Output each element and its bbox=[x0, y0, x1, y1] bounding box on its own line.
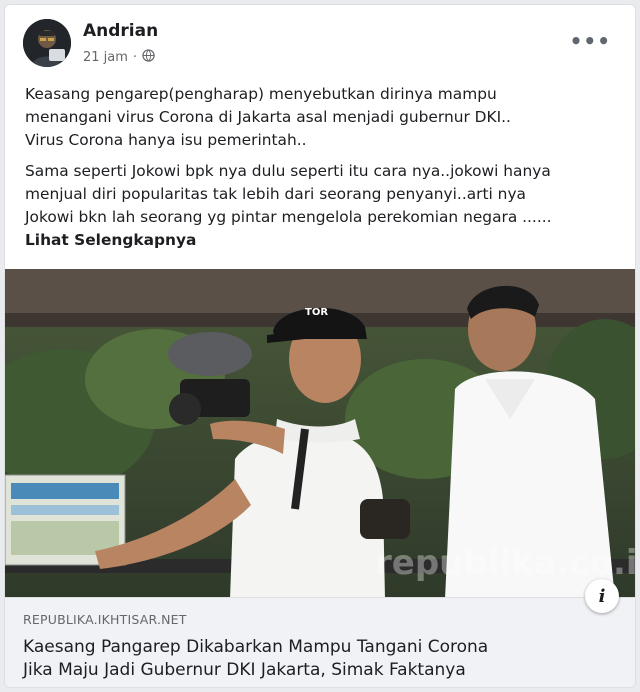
post-paragraph-2: Sama seperti Jokowi bpk nya dulu seperti… bbox=[25, 160, 621, 252]
avatar-image bbox=[23, 19, 71, 67]
post-card: Andrian 21 jam · ••• Keasang pengarep(pe… bbox=[4, 4, 636, 688]
see-more-link[interactable]: Lihat Selengkapnya bbox=[25, 229, 621, 252]
info-icon[interactable]: i bbox=[585, 579, 619, 613]
post-photo[interactable]: TOR republika.co.id bbox=[5, 269, 636, 597]
author-name[interactable]: Andrian bbox=[83, 21, 158, 41]
link-domain: REPUBLIKA.IKHTISAR.NET bbox=[23, 612, 187, 627]
post-paragraph-1: Keasang pengarep(pengharap) menyebutkan … bbox=[25, 85, 511, 149]
more-options-icon[interactable]: ••• bbox=[570, 29, 611, 53]
post-header: Andrian 21 jam · ••• bbox=[5, 5, 635, 75]
post-time[interactable]: 21 jam bbox=[83, 50, 128, 65]
post-meta: 21 jam · bbox=[83, 49, 155, 66]
watermark: republika.co.id bbox=[375, 543, 636, 583]
globe-icon[interactable] bbox=[142, 49, 155, 66]
photo-image: TOR republika.co.id bbox=[5, 269, 636, 597]
link-title[interactable]: Kaesang Pangarep Dikabarkan Mampu Tangan… bbox=[23, 636, 623, 682]
cap-text: TOR bbox=[305, 307, 328, 318]
post-text: Keasang pengarep(pengharap) menyebutkan … bbox=[25, 83, 621, 260]
avatar[interactable] bbox=[23, 19, 71, 67]
link-preview[interactable]: REPUBLIKA.IKHTISAR.NET Kaesang Pangarep … bbox=[5, 597, 635, 687]
separator-dot: · bbox=[132, 50, 138, 65]
